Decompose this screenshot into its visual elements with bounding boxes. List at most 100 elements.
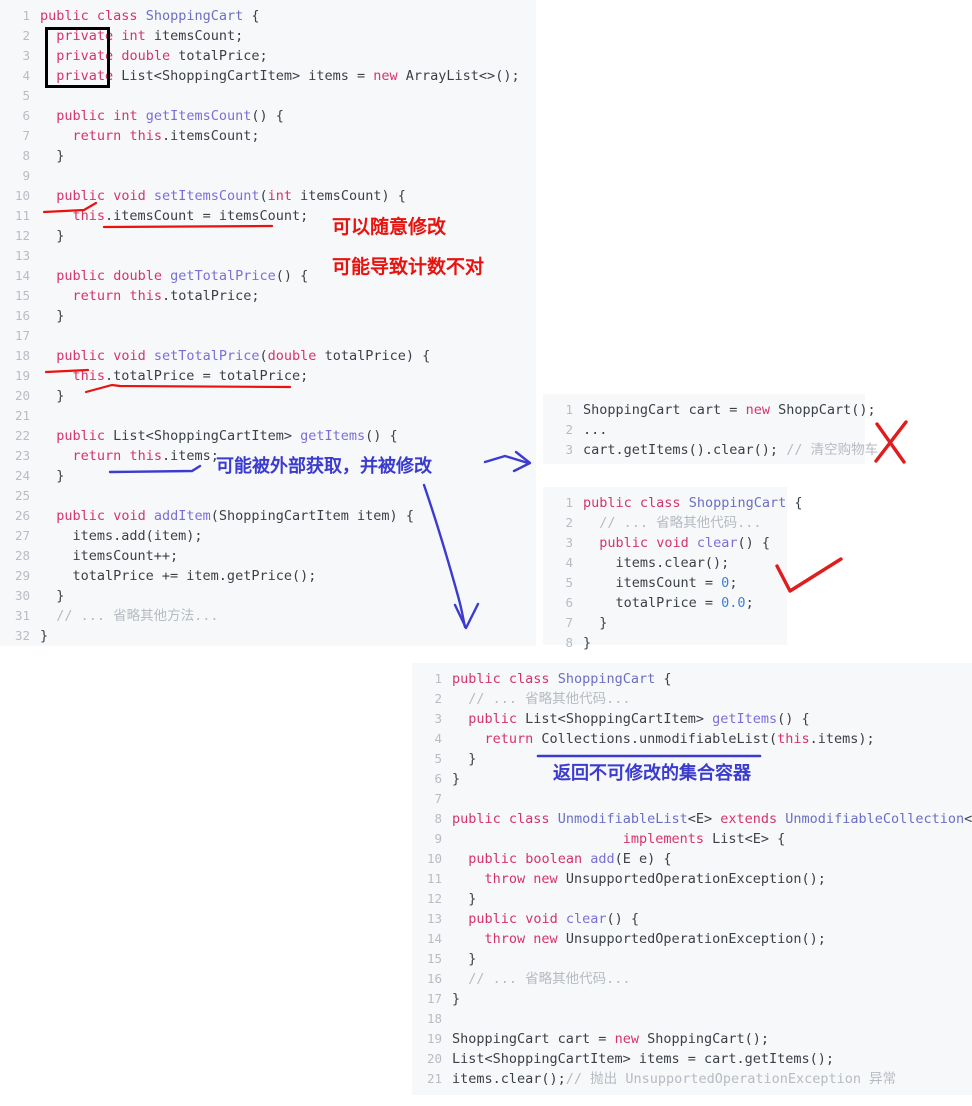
line-number: 12 [426, 891, 442, 906]
code-line: 1 ShoppingCart cart = new ShoppCart(); [543, 400, 875, 420]
line-number: 17 [426, 991, 442, 1006]
line-number: 7 [22, 128, 30, 143]
line-number: 6 [565, 595, 573, 610]
code-text: } [452, 751, 477, 767]
code-block-shopping-cart-original: 1 public class ShoppingCart {2 private in… [0, 0, 536, 646]
code-text: items.clear();// 抛出 UnsupportedOperation… [452, 1071, 897, 1087]
line-number: 4 [565, 555, 573, 570]
line-number: 29 [14, 568, 30, 583]
code-text: } [40, 308, 65, 324]
code-line: 27 items.add(item); [0, 526, 536, 546]
line-number: 20 [14, 388, 30, 403]
code-line: 1 public class ShoppingCart { [0, 6, 536, 26]
code-text: } [452, 991, 461, 1007]
line-number: 20 [426, 1051, 442, 1066]
annotation-free-modify: 可以随意修改 [332, 216, 447, 238]
code-line: 6 public int getItemsCount() { [0, 106, 536, 126]
code-text: } [40, 148, 65, 164]
code-text: items.clear(); [583, 555, 730, 571]
line-number: 8 [22, 148, 30, 163]
line-number: 18 [426, 1011, 442, 1026]
code-line: 3 cart.getItems().clear(); // 清空购物车 [543, 440, 878, 460]
line-number: 9 [434, 831, 442, 846]
code-line: 14 throw new UnsupportedOperationExcepti… [412, 929, 972, 949]
line-number: 2 [22, 28, 30, 43]
code-line: 3 public void clear() { [543, 533, 787, 553]
code-line: 3 public List<ShoppingCartItem> getItems… [412, 709, 972, 729]
code-text: public void setItemsCount(int itemsCount… [56, 188, 406, 204]
code-text: public List<ShoppingCartItem> getItems()… [468, 711, 810, 727]
code-line: 16 // ... 省略其他代码... [412, 969, 972, 989]
code-line: 1 public class ShoppingCart { [543, 493, 802, 513]
code-text: } [40, 628, 49, 644]
line-number: 26 [14, 508, 30, 523]
code-line: 8 public class UnmodifiableList<E> extend… [412, 809, 972, 829]
code-line: 6 totalPrice = 0.0; [543, 593, 787, 613]
code-text: this.totalPrice = totalPrice; [72, 368, 309, 384]
code-line: 10 public boolean add(E e) { [412, 849, 972, 869]
line-number: 13 [426, 911, 442, 926]
line-number: 11 [426, 871, 442, 886]
code-line: 2 // ... 省略其他代码... [543, 513, 787, 533]
code-text: cart.getItems().clear(); // 清空购物车 [583, 442, 879, 458]
code-text: // ... 省略其他代码... [452, 971, 631, 987]
line-number: 3 [565, 442, 573, 457]
code-text: return Collections.unmodifiableList(this… [484, 731, 875, 747]
line-number: 25 [14, 488, 30, 503]
line-number: 23 [14, 448, 30, 463]
code-line: 12 } [412, 889, 972, 909]
code-line: 15 return this.totalPrice; [0, 286, 536, 306]
line-number: 6 [434, 771, 442, 786]
code-line: 15 } [412, 949, 972, 969]
code-line: 8 } [0, 146, 536, 166]
code-line: 8} [543, 633, 787, 653]
line-number: 5 [22, 88, 30, 103]
code-line: 4 items.clear(); [543, 553, 787, 573]
code-line: 31 // ... 省略其他方法... [0, 606, 536, 626]
code-line: 1 public class ShoppingCart { [412, 669, 972, 689]
code-text: public int getItemsCount() { [56, 108, 284, 124]
line-number: 11 [14, 208, 30, 223]
code-line: 17} [412, 989, 972, 1009]
code-text: // ... 省略其他方法... [40, 608, 219, 624]
code-line: 16 } [0, 306, 536, 326]
code-text: totalPrice = 0.0; [583, 595, 754, 611]
code-line: 7 return this.itemsCount; [0, 126, 536, 146]
code-text: } [40, 468, 65, 484]
code-text: public double getTotalPrice() { [56, 268, 309, 284]
code-text: } [452, 951, 477, 967]
code-line: 30 } [0, 586, 536, 606]
annotation-unmodifiable: 返回不可修改的集合容器 [553, 763, 751, 784]
line-number: 31 [14, 608, 30, 623]
code-text: public void clear() { [599, 535, 770, 551]
code-text: return this.totalPrice; [72, 288, 260, 304]
line-number: 3 [22, 48, 30, 63]
line-number: 1 [565, 402, 573, 417]
code-line: 2 // ... 省略其他代码... [412, 689, 972, 709]
line-number: 8 [434, 811, 442, 826]
code-line: 7 [412, 789, 972, 809]
line-number: 5 [565, 575, 573, 590]
code-line: 10 public void setItemsCount(int itemsCo… [0, 186, 536, 206]
line-number: 21 [14, 408, 30, 423]
code-line: 17 [0, 326, 536, 346]
line-number: 16 [14, 308, 30, 323]
code-text: ... [583, 422, 608, 438]
private-keyword-highlight-box [45, 27, 110, 88]
code-text: public class ShoppingCart { [452, 671, 672, 687]
red-x-mark-stroke-2 [874, 420, 908, 463]
code-line: 20 List<ShoppingCartItem> items = cart.ge… [412, 1049, 972, 1069]
code-line: 28 itemsCount++; [0, 546, 536, 566]
code-line: 11 throw new UnsupportedOperationExcepti… [412, 869, 972, 889]
line-number: 24 [14, 468, 30, 483]
code-text: } [40, 388, 65, 404]
line-number: 19 [14, 368, 30, 383]
line-number: 2 [565, 515, 573, 530]
code-line: 25 [0, 486, 536, 506]
line-number: 4 [434, 731, 442, 746]
line-number: 4 [22, 68, 30, 83]
code-text: itemsCount++; [40, 548, 179, 564]
line-number: 1 [434, 671, 442, 686]
line-number: 16 [426, 971, 442, 986]
line-number: 17 [14, 328, 30, 343]
